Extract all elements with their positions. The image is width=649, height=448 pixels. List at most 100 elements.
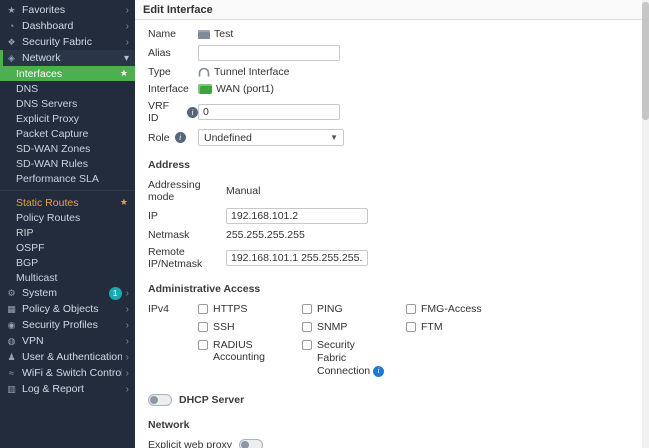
network-icon: ◈ — [5, 53, 18, 64]
info-icon[interactable] — [373, 366, 384, 377]
alias-label: Alias — [148, 47, 198, 59]
snmp-checkbox[interactable]: SNMP — [302, 321, 406, 333]
sidebar-item-bgp[interactable]: BGP — [0, 255, 135, 270]
sidebar-item-favorites[interactable]: ★ Favorites › — [0, 2, 135, 18]
checkbox-icon — [198, 340, 208, 350]
info-icon[interactable] — [187, 107, 198, 118]
ipv4-access-row: IPv4 HTTPS SSH RADIUS Accoun — [148, 303, 635, 378]
role-row: Role Undefined ▼ — [148, 129, 635, 146]
interface-value: WAN (port1) — [216, 83, 274, 95]
sidebar-item-policy-objects[interactable]: ▦ Policy & Objects › — [0, 301, 135, 317]
sfc-label-wrap: Security Fabric Connection — [317, 339, 387, 378]
log-report-icon: ▥ — [5, 384, 18, 395]
sidebar: ★ Favorites › ◔ Dashboard › ❖ Security F… — [0, 0, 135, 448]
edit-interface-form: Name Test Alias Type Tunnel Interface In… — [135, 20, 649, 448]
sidebar-item-policy-routes[interactable]: Policy Routes — [0, 210, 135, 225]
sidebar-item-interfaces[interactable]: Interfaces ★ — [0, 66, 135, 81]
vertical-scrollbar[interactable] — [642, 0, 649, 448]
sidebar-item-security-fabric[interactable]: ❖ Security Fabric › — [0, 34, 135, 50]
sidebar-item-vpn[interactable]: ◍ VPN › — [0, 333, 135, 349]
dhcp-server-toggle[interactable] — [148, 394, 172, 406]
role-selected-value: Undefined — [204, 132, 252, 144]
addressing-mode-value: Manual — [226, 185, 260, 197]
sidebar-item-packet-capture[interactable]: Packet Capture — [0, 126, 135, 141]
sidebar-item-wifi-switch-controller[interactable]: ≈ WiFi & Switch Controller › — [0, 365, 135, 381]
sidebar-item-explicit-proxy[interactable]: Explicit Proxy — [0, 111, 135, 126]
ssh-checkbox[interactable]: SSH — [198, 321, 302, 333]
wifi-icon: ≈ — [5, 368, 18, 378]
remote-ip-input[interactable] — [226, 250, 368, 266]
ipv4-label: IPv4 — [148, 303, 198, 315]
sidebar-item-dashboard[interactable]: ◔ Dashboard › — [0, 18, 135, 34]
sidebar-item-static-routes[interactable]: Static Routes ★ — [0, 195, 135, 210]
sidebar-item-dns[interactable]: DNS — [0, 81, 135, 96]
ip-input[interactable] — [226, 208, 368, 224]
netmask-row: Netmask 255.255.255.255 — [148, 229, 635, 241]
interface-row: Interface WAN (port1) — [148, 83, 635, 95]
security-profiles-icon: ◉ — [5, 320, 18, 331]
vrf-id-input[interactable] — [198, 104, 340, 120]
name-label: Name — [148, 28, 198, 40]
role-label-wrap: Role — [148, 132, 198, 144]
star-icon: ★ — [5, 5, 18, 16]
user-icon: ♟ — [5, 352, 18, 363]
sidebar-item-system[interactable]: ⚙ System 1 › — [0, 285, 135, 301]
vrf-label-wrap: VRF ID — [148, 100, 198, 124]
fortigate-device-icon — [198, 30, 210, 39]
alias-input[interactable] — [198, 45, 340, 61]
vrf-label: VRF ID — [148, 100, 182, 124]
ip-row: IP — [148, 208, 635, 224]
ftm-checkbox[interactable]: FTM — [406, 321, 482, 333]
dashboard-icon: ◔ — [5, 21, 18, 31]
radius-accounting-checkbox[interactable]: RADIUS Accounting — [198, 339, 302, 363]
alias-row: Alias — [148, 45, 635, 61]
sidebar-item-sdwan-zones[interactable]: SD-WAN Zones — [0, 141, 135, 156]
dropdown-caret-icon: ▼ — [330, 133, 338, 142]
name-value: Test — [214, 28, 233, 40]
checkbox-icon — [302, 340, 312, 350]
role-label: Role — [148, 132, 170, 144]
sidebar-item-network[interactable]: ◈ Network ▾ — [0, 50, 135, 66]
chevron-right-icon: › — [126, 21, 129, 32]
dhcp-server-label: DHCP Server — [179, 394, 244, 406]
sidebar-item-performance-sla[interactable]: Performance SLA — [0, 171, 135, 186]
info-icon[interactable] — [175, 132, 186, 143]
vrf-row: VRF ID — [148, 100, 635, 124]
security-fabric-connection-checkbox[interactable]: Security Fabric Connection — [302, 339, 406, 378]
admin-access-section-header: Administrative Access — [148, 283, 635, 295]
explicit-web-proxy-label: Explicit web proxy — [148, 439, 232, 448]
system-badge: 1 — [109, 287, 122, 300]
tunnel-interface-icon — [198, 68, 210, 77]
sidebar-item-log-report[interactable]: ▥ Log & Report › — [0, 381, 135, 397]
scrollbar-thumb[interactable] — [642, 2, 649, 120]
network-section-header: Network — [148, 419, 635, 431]
explicit-web-proxy-toggle[interactable] — [239, 439, 263, 448]
interface-label: Interface — [148, 83, 198, 95]
access-checkbox-grid: HTTPS SSH RADIUS Accounting — [198, 303, 482, 378]
chevron-right-icon: › — [126, 336, 129, 347]
vpn-icon: ◍ — [5, 336, 18, 347]
chevron-right-icon: › — [126, 288, 129, 299]
fmg-access-checkbox[interactable]: FMG-Access — [406, 303, 482, 315]
sidebar-item-security-profiles[interactable]: ◉ Security Profiles › — [0, 317, 135, 333]
sidebar-item-sdwan-rules[interactable]: SD-WAN Rules — [0, 156, 135, 171]
chevron-right-icon: › — [126, 368, 129, 379]
page-title: Edit Interface — [135, 0, 649, 20]
network-submenu: Interfaces ★ DNS DNS Servers Explicit Pr… — [0, 66, 135, 285]
address-section-header: Address — [148, 159, 635, 171]
main-panel: Edit Interface Name Test Alias Type Tunn… — [135, 0, 649, 448]
https-checkbox[interactable]: HTTPS — [198, 303, 302, 315]
remote-ip-label: Remote IP/Netmask — [148, 246, 226, 270]
checkbox-icon — [198, 322, 208, 332]
sidebar-item-dns-servers[interactable]: DNS Servers — [0, 96, 135, 111]
role-select[interactable]: Undefined ▼ — [198, 129, 344, 146]
sidebar-item-user-authentication[interactable]: ♟ User & Authentication › — [0, 349, 135, 365]
sidebar-item-multicast[interactable]: Multicast — [0, 270, 135, 285]
sidebar-item-rip[interactable]: RIP — [0, 225, 135, 240]
remote-ip-row: Remote IP/Netmask — [148, 246, 635, 270]
sidebar-item-ospf[interactable]: OSPF — [0, 240, 135, 255]
ping-checkbox[interactable]: PING — [302, 303, 406, 315]
fortigate-app: ★ Favorites › ◔ Dashboard › ❖ Security F… — [0, 0, 649, 448]
checkbox-icon — [406, 304, 416, 314]
netmask-value: 255.255.255.255 — [226, 229, 305, 241]
